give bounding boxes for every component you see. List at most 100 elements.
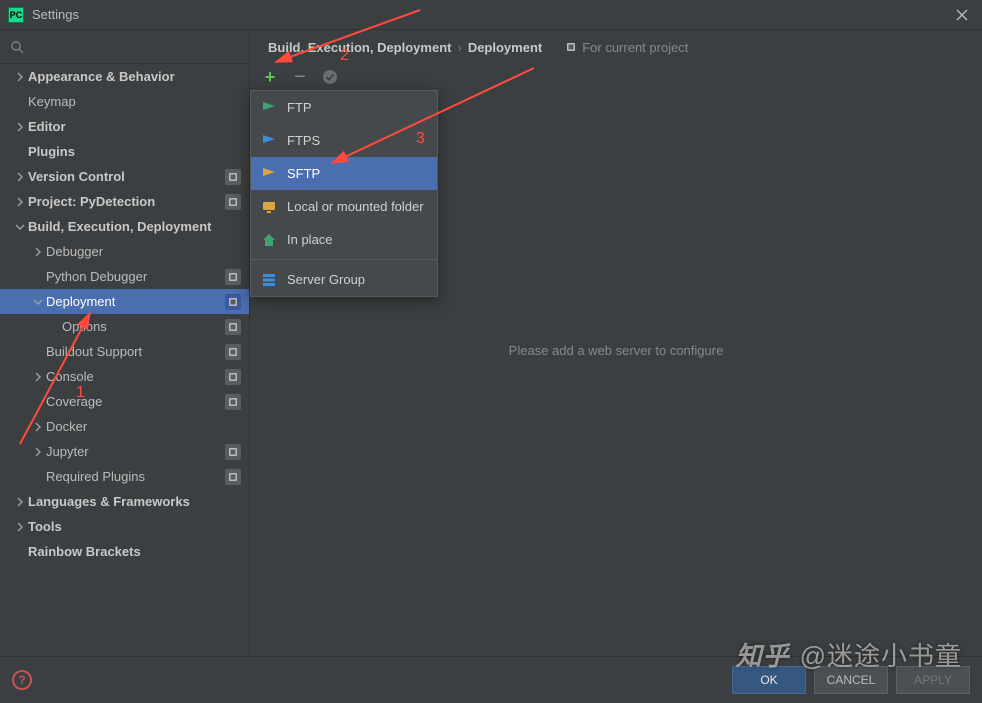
window-title: Settings [32,7,79,22]
tree-item-python-debugger[interactable]: Python Debugger [0,264,249,289]
project-icon [225,344,241,360]
add-server-popup: FTP FTPS SFTP Local or mounted folder In pla… [250,90,438,297]
apply-button[interactable]: APPLY [896,666,970,694]
popup-item-server-group[interactable]: Server Group [251,263,437,296]
tree-item-version-control[interactable]: Version Control [0,164,249,189]
close-icon[interactable] [950,3,974,27]
arrow-spacer [30,469,46,485]
project-icon [225,394,241,410]
arrow-spacer [30,394,46,410]
popup-item-ftp[interactable]: FTP [251,91,437,124]
tree-item-plugins[interactable]: Plugins [0,139,249,164]
project-icon [566,40,576,55]
chevron-right-icon [30,444,46,460]
add-server-button[interactable]: + [260,67,280,87]
tree-item-label: Debugger [46,244,241,259]
popup-item-label: FTPS [287,133,320,148]
home-icon [261,232,277,248]
project-icon [225,169,241,185]
popup-item-in-place[interactable]: In place [251,223,437,256]
project-icon [225,269,241,285]
deployment-toolbar: + − [250,64,982,90]
chevron-right-icon [30,419,46,435]
check-icon[interactable] [320,67,340,87]
tree-item-jupyter[interactable]: Jupyter [0,439,249,464]
tree-item-buildout-support[interactable]: Buildout Support [0,339,249,364]
tree-item-languages-frameworks[interactable]: Languages & Frameworks [0,489,249,514]
tree-item-label: Buildout Support [46,344,225,359]
tree-item-label: Python Debugger [46,269,225,284]
chevron-right-icon [12,169,28,185]
arrow-spacer [46,319,62,335]
tree-item-label: Plugins [28,144,241,159]
tree-item-deployment[interactable]: Deployment [0,289,249,314]
popup-item-label: SFTP [287,166,320,181]
chevron-right-icon [30,244,46,260]
sidebar: Appearance & Behavior Keymap Editor Plugins… [0,30,250,656]
breadcrumb-root[interactable]: Build, Execution, Deployment [268,40,451,55]
tree-item-label: Rainbow Brackets [28,544,241,559]
arrow-spacer [30,269,46,285]
tree-item-label: Console [46,369,225,384]
popup-item-label: FTP [287,100,312,115]
help-icon[interactable]: ? [12,670,32,690]
chevron-right-icon [30,369,46,385]
tree-item-label: Editor [28,119,241,134]
servers-icon [261,272,277,288]
chevron-right-icon: › [457,40,461,55]
tree-item-rainbow-brackets[interactable]: Rainbow Brackets [0,539,249,564]
popup-item-sftp[interactable]: SFTP [251,157,437,190]
chevron-right-icon [12,119,28,135]
tree-item-required-plugins[interactable]: Required Plugins [0,464,249,489]
tree-item-build-execution-deployment[interactable]: Build, Execution, Deployment [0,214,249,239]
cancel-button[interactable]: CANCEL [814,666,888,694]
app-logo: PC [8,7,24,23]
project-icon [225,444,241,460]
tree-item-editor[interactable]: Editor [0,114,249,139]
tree-item-keymap[interactable]: Keymap [0,89,249,114]
titlebar: PC Settings [0,0,982,30]
tree-item-label: Keymap [28,94,241,109]
remove-server-button[interactable]: − [290,67,310,87]
chevron-right-icon [12,494,28,510]
tree-item-label: Options [62,319,225,334]
separator [251,259,437,260]
tree-item-label: Jupyter [46,444,225,459]
chevron-right-icon [12,519,28,535]
project-icon [225,469,241,485]
popup-item-label: Local or mounted folder [287,199,424,214]
ok-button[interactable]: OK [732,666,806,694]
empty-state-message: Please add a web server to configure [250,343,982,358]
tree-item-coverage[interactable]: Coverage [0,389,249,414]
tree-item-label: Appearance & Behavior [28,69,241,84]
tree-item-tools[interactable]: Tools [0,514,249,539]
tree-item-options[interactable]: Options [0,314,249,339]
tree-item-project-pydetection[interactable]: Project: PyDetection [0,189,249,214]
tree-item-label: Languages & Frameworks [28,494,241,509]
chevron-down-icon [30,294,46,310]
chevron-right-icon [12,69,28,85]
dialog-buttons-bar: ? OK CANCEL APPLY [0,656,982,703]
breadcrumb: Build, Execution, Deployment › Deploymen… [250,30,982,64]
flag-yellow-icon [261,166,277,182]
tree-item-label: Version Control [28,169,225,184]
tree-item-label: Tools [28,519,241,534]
popup-item-label: Server Group [287,272,365,287]
popup-item-ftps[interactable]: FTPS [251,124,437,157]
tree-item-docker[interactable]: Docker [0,414,249,439]
tree-item-label: Required Plugins [46,469,225,484]
project-icon [225,194,241,210]
flag-green-icon [261,100,277,116]
monitor-icon [261,199,277,215]
project-scope-hint: For current project [566,40,688,55]
tree-item-appearance-behavior[interactable]: Appearance & Behavior [0,64,249,89]
search-bar[interactable] [0,30,249,64]
tree-item-label: Deployment [46,294,225,309]
tree-item-console[interactable]: Console [0,364,249,389]
flag-blue-icon [261,133,277,149]
content: Appearance & Behavior Keymap Editor Plugins… [0,30,982,656]
tree-item-debugger[interactable]: Debugger [0,239,249,264]
settings-tree: Appearance & Behavior Keymap Editor Plugins… [0,64,249,656]
popup-item-local-or-mounted-folder[interactable]: Local or mounted folder [251,190,437,223]
project-icon [225,319,241,335]
